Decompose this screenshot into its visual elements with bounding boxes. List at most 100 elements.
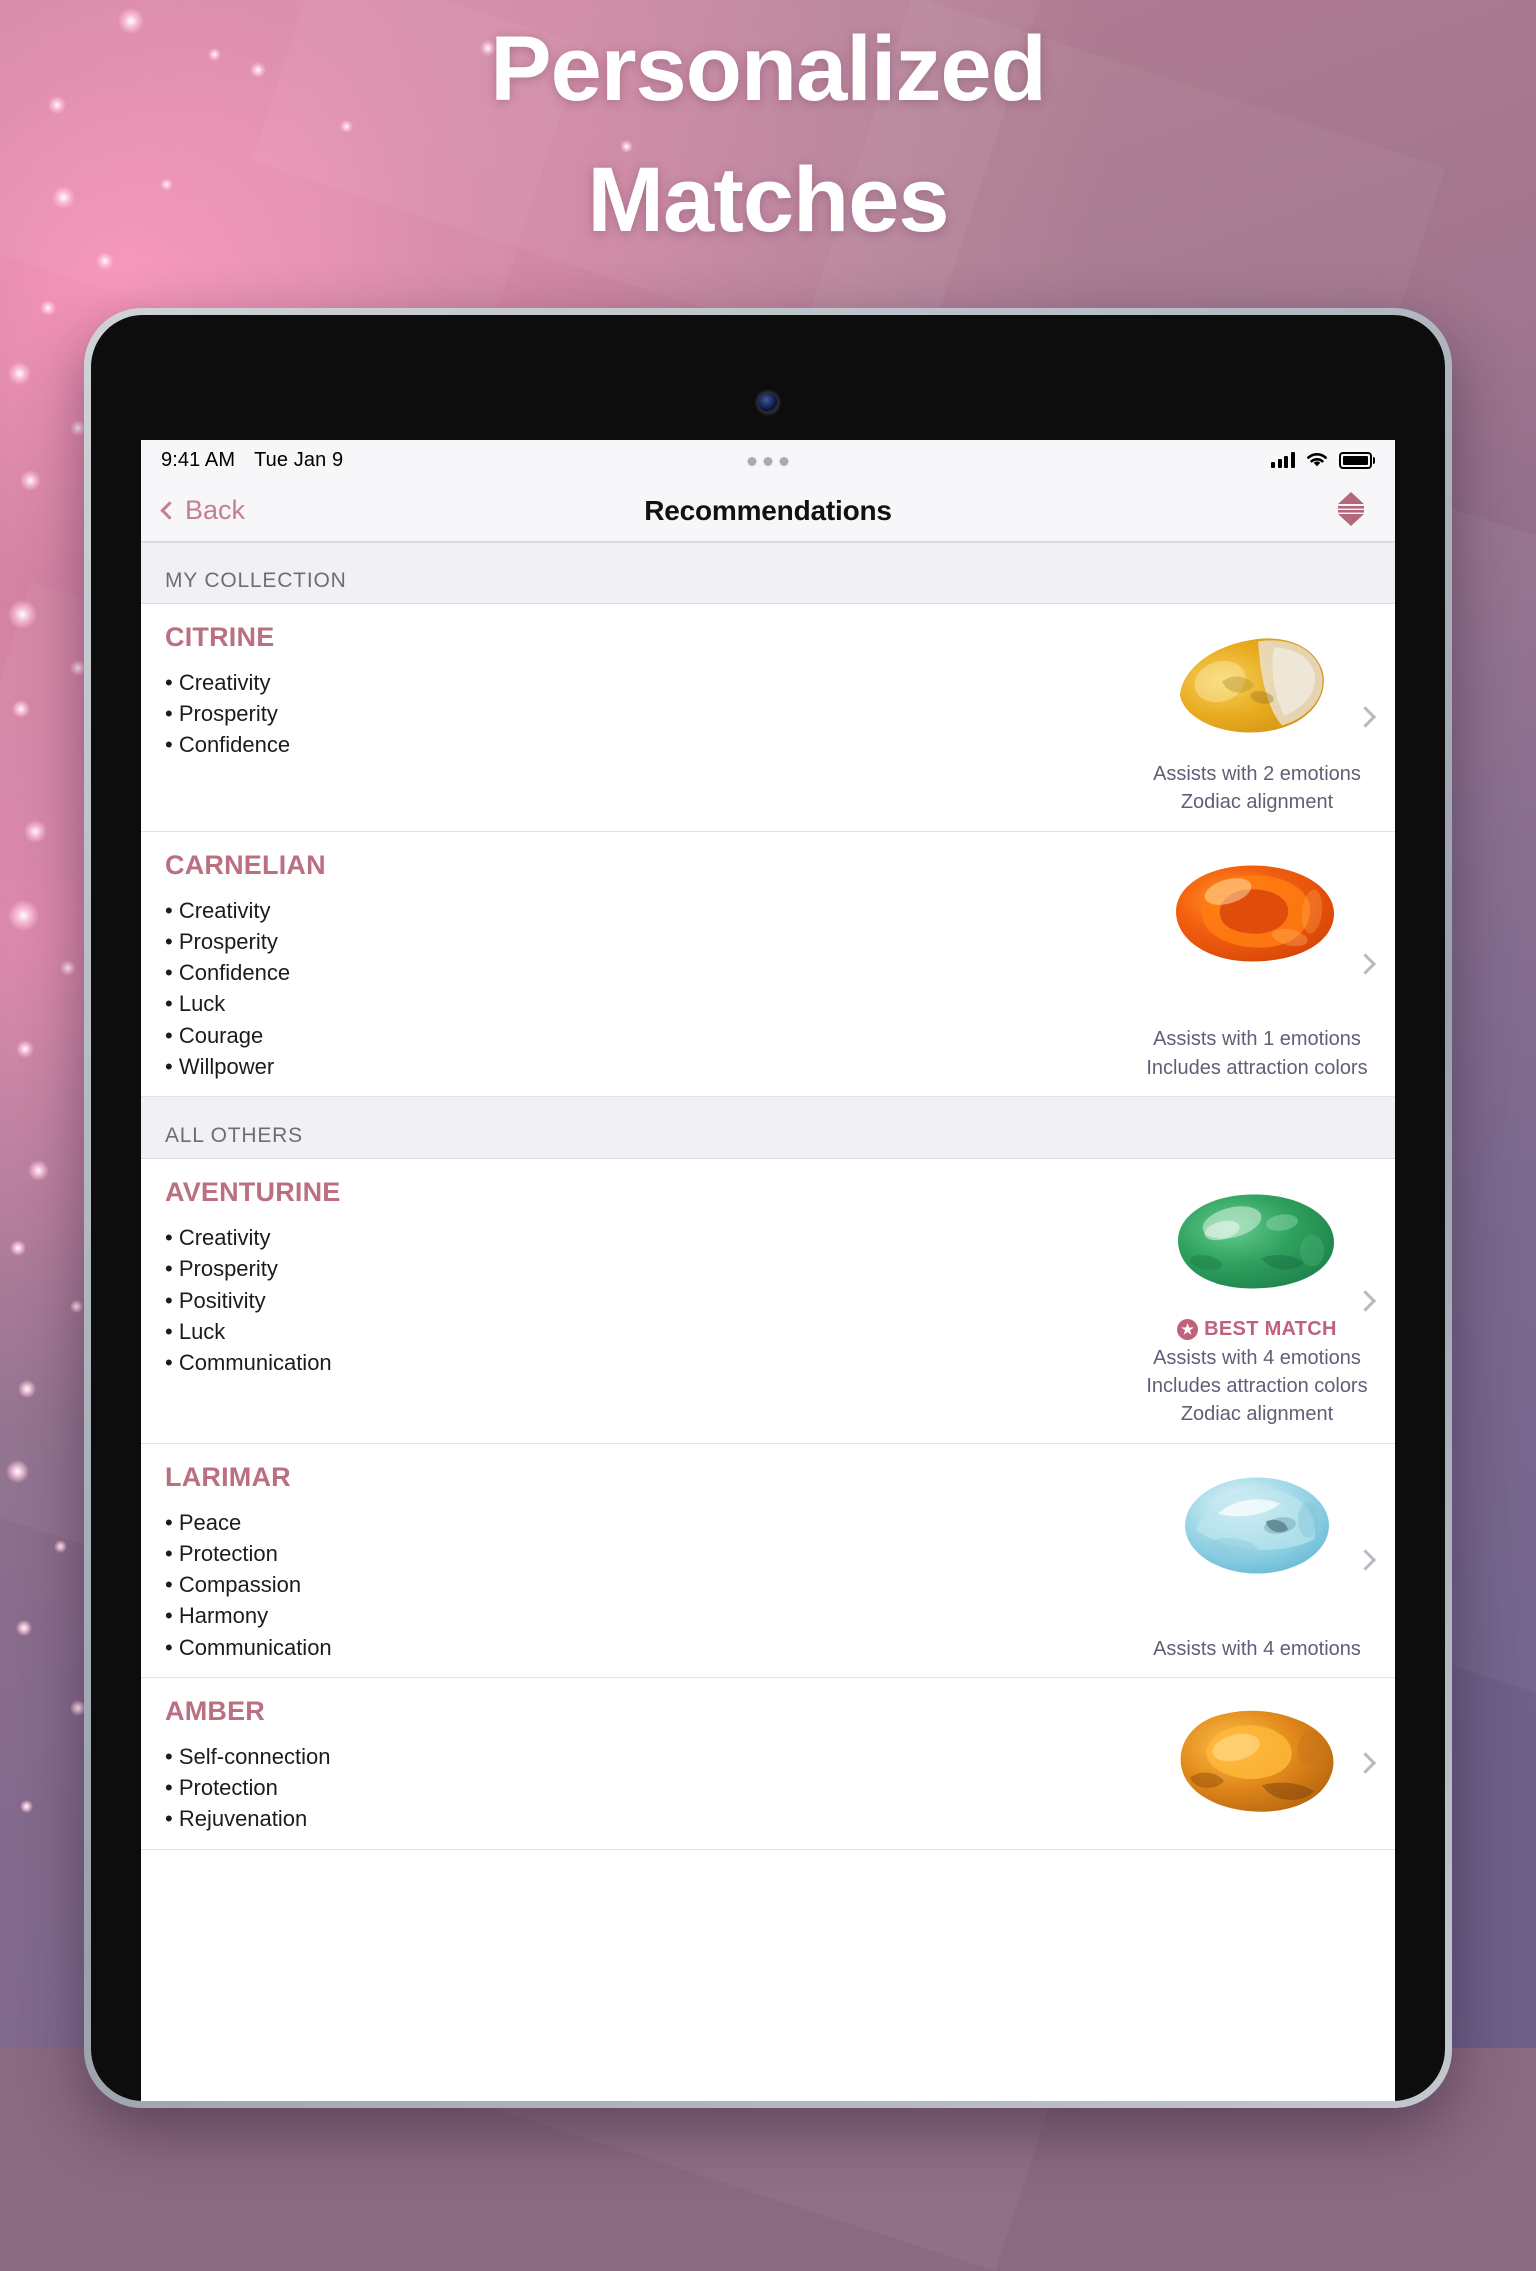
gem-row-summary: Assists with 1 emotions Includes attracti… (1123, 850, 1395, 1082)
gem-trait-list: Self-connectionProtectionRejuvenation (165, 1741, 1109, 1835)
sort-ascending-descending-icon (1338, 492, 1364, 526)
gem-badges: Assists with 1 emotions Includes attracti… (1146, 1025, 1367, 1082)
section-header-my-collection: MY COLLECTION (141, 542, 1395, 604)
gem-row-details: AVENTURINE CreativityProsperityPositivity… (165, 1177, 1123, 1429)
gem-trait-item: Luck (165, 988, 1109, 1019)
gem-row[interactable]: AVENTURINE CreativityProsperityPositivity… (141, 1159, 1395, 1444)
gem-trait-item: Creativity (165, 895, 1109, 926)
gem-thumbnail (1157, 1462, 1357, 1590)
section-header-all-others: ALL OTHERS (141, 1097, 1395, 1160)
gem-trait-item: Confidence (165, 729, 1109, 760)
background-sparkle (16, 1620, 32, 1636)
cellular-signal-icon (1271, 452, 1295, 468)
gem-trait-item: Confidence (165, 957, 1109, 988)
battery-icon (1338, 451, 1375, 469)
gem-trait-item: Courage (165, 1020, 1109, 1051)
wifi-icon (1306, 453, 1327, 467)
gem-row-details: LARIMAR PeaceProtectionCompassionHarmonyC… (165, 1462, 1123, 1663)
status-bar-left: 9:41 AM Tue Jan 9 (161, 449, 343, 472)
handle-dot (763, 457, 773, 466)
handle-dot (779, 457, 789, 466)
gem-trait-item: Creativity (165, 667, 1109, 698)
navigation-bar: Back Recommendations (141, 480, 1395, 542)
gem-trait-list: CreativityProsperityPositivityLuckCommun… (165, 1222, 1109, 1378)
gem-trait-item: Harmony (165, 1600, 1109, 1631)
gem-trait-item: Protection (165, 1772, 1109, 1803)
sort-button[interactable] (1329, 486, 1373, 535)
gem-name: CITRINE (165, 622, 275, 652)
gem-trait-item: Prosperity (165, 926, 1109, 957)
star-badge-icon: ★ (1177, 1318, 1199, 1340)
gem-badge-line: Assists with 1 emotions (1153, 1028, 1361, 1051)
aventurine-stone-image (1178, 1194, 1334, 1289)
section-header-label: MY COLLECTION (165, 569, 347, 592)
promo-headline-line: Matches (587, 148, 949, 251)
citrine-stone-image (1180, 638, 1324, 733)
promo-headline: Personalized Matches (0, 4, 1536, 265)
gem-row-details: CARNELIAN CreativityProsperityConfidenceL… (165, 850, 1123, 1082)
gem-name: AVENTURINE (165, 1177, 341, 1208)
background-sparkle (40, 300, 56, 316)
status-bar-right (1271, 451, 1375, 469)
background-sparkle (28, 1160, 49, 1181)
gem-name: LARIMAR (165, 1461, 291, 1492)
carnelian-stone-image (1176, 865, 1334, 962)
gem-trait-item: Communication (165, 1632, 1109, 1663)
gem-row-summary (1123, 1696, 1395, 1835)
gem-badge-line: Zodiac alignment (1180, 791, 1334, 814)
tablet-device-frame: 9:41 AM Tue Jan 9 Back Recommendations M… (84, 308, 1452, 2108)
gem-row-details: CITRINE CreativityProsperityConfidence (165, 622, 1123, 817)
gem-badge-line: Includes attraction colors (1146, 1056, 1368, 1079)
gem-trait-list: CreativityProsperityConfidence (165, 667, 1109, 761)
gem-row[interactable]: CARNELIAN CreativityProsperityConfidenceL… (141, 831, 1395, 1098)
gem-trait-item: Compassion (165, 1569, 1109, 1600)
gem-thumbnail (1157, 622, 1357, 750)
gem-name: AMBER (165, 1695, 265, 1726)
section-header-label: ALL OTHERS (165, 1124, 303, 1148)
gem-badge-line: Assists with 4 emotions (1153, 1637, 1361, 1660)
device-bezel: 9:41 AM Tue Jan 9 Back Recommendations M… (91, 315, 1445, 2101)
best-match-badge: ★ BEST MATCH (1146, 1315, 1367, 1343)
background-sparkle (8, 600, 37, 629)
status-date: Tue Jan 9 (254, 448, 344, 471)
amber-stone-image (1180, 1710, 1334, 1812)
gem-badges: ★ BEST MATCH Assists with 4 emotions Includ… (1146, 1315, 1367, 1429)
gem-trait-item: Prosperity (165, 1253, 1109, 1284)
gem-row[interactable]: CITRINE CreativityProsperityConfidence Ass… (141, 604, 1395, 832)
gem-thumbnail (1157, 850, 1357, 978)
gem-trait-list: CreativityProsperityConfidenceLuckCourag… (165, 895, 1109, 1082)
gem-trait-item: Peace (165, 1507, 1109, 1538)
gem-trait-item: Rejuvenation (165, 1803, 1109, 1834)
multitask-handle[interactable] (747, 457, 789, 466)
app-screen: 9:41 AM Tue Jan 9 Back Recommendations M… (141, 440, 1395, 2101)
gem-trait-item: Communication (165, 1347, 1109, 1378)
background-sparkle (10, 1240, 26, 1256)
gem-badge-line: Assists with 4 emotions (1153, 1346, 1361, 1369)
gem-badge-line: Includes attraction colors (1146, 1374, 1368, 1397)
background-sparkle (60, 960, 76, 976)
gem-row[interactable]: AMBER Self-connectionProtectionRejuvenati… (141, 1677, 1395, 1850)
background-sparkle (20, 1800, 33, 1813)
chevron-left-icon (160, 501, 179, 520)
recommendations-list[interactable]: MY COLLECTIONCITRINECreativityProsperity… (141, 542, 1395, 2101)
gem-row-summary: Assists with 2 emotions Zodiac alignment (1123, 622, 1395, 817)
gem-trait-item: Protection (165, 1538, 1109, 1569)
status-time: 9:41 AM (161, 448, 236, 471)
gem-name: CARNELIAN (165, 849, 326, 880)
gem-row-summary: ★ BEST MATCH Assists with 4 emotions Includ… (1123, 1177, 1395, 1429)
back-button[interactable]: Back (160, 495, 246, 526)
gem-trait-item: Positivity (165, 1285, 1109, 1316)
gem-thumbnail (1157, 1696, 1357, 1824)
gem-trait-item: Creativity (165, 1222, 1109, 1253)
gem-row[interactable]: LARIMAR PeaceProtectionCompassionHarmonyC… (141, 1443, 1395, 1678)
gem-badge-line: Assists with 2 emotions (1153, 763, 1361, 785)
gem-badges: Assists with 2 emotions Zodiac alignment (1153, 760, 1361, 817)
gem-thumbnail (1157, 1177, 1357, 1305)
background-sparkle (54, 1540, 67, 1553)
page-title: Recommendations (644, 494, 892, 526)
promo-headline-line: Personalized (490, 18, 1047, 120)
front-camera-icon (758, 393, 778, 412)
back-button-label: Back (185, 495, 246, 525)
gem-trait-item: Luck (165, 1316, 1109, 1347)
best-match-label: BEST MATCH (1204, 1318, 1337, 1341)
